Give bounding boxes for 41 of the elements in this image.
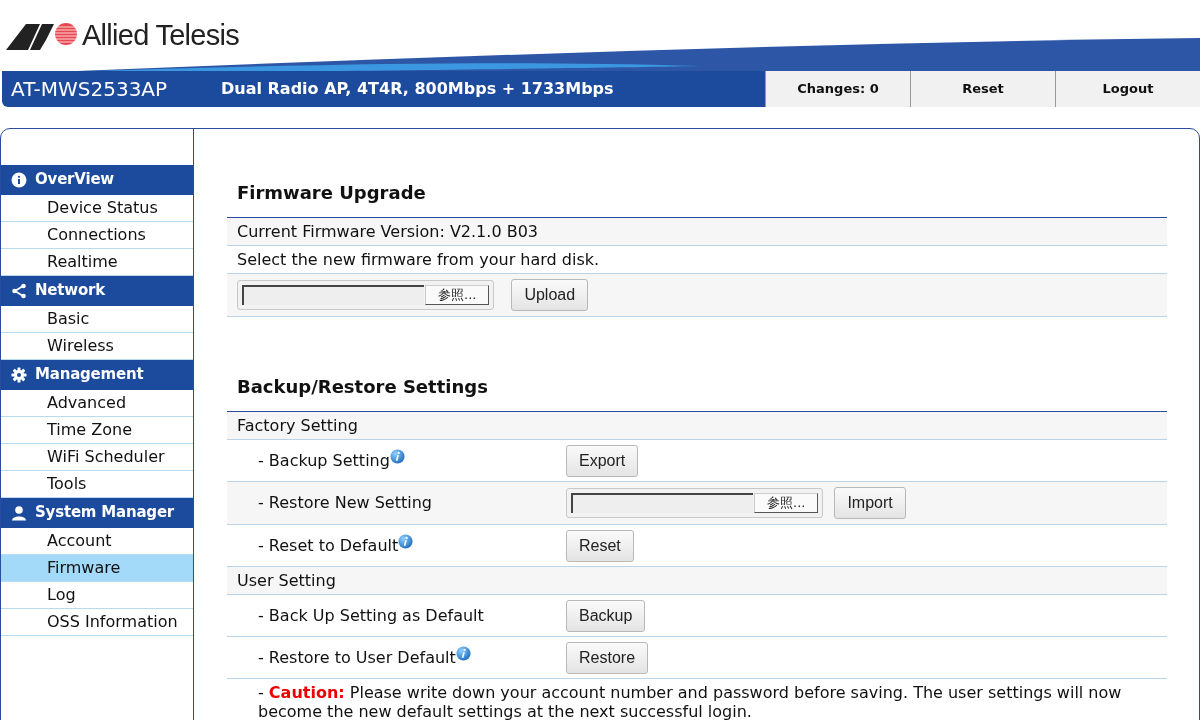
section-title: OverView [35, 169, 115, 191]
action-button[interactable]: Backup [566, 599, 646, 632]
sidebar-section-header[interactable]: Network [1, 276, 193, 306]
file-input[interactable]: 参照... [566, 488, 824, 518]
setting-label: - Restore to User Default [227, 645, 566, 670]
info-icon[interactable] [455, 645, 471, 661]
caution-text: - Caution: Please write down your account number and password before saving. The user settings will now become the new default settings at the next successful login. [257, 682, 1123, 720]
sidebar-item[interactable]: Firmware [1, 555, 193, 582]
share-icon [11, 282, 27, 299]
action-button[interactable]: Restore [566, 641, 649, 674]
header-button[interactable]: Logout [1055, 71, 1200, 107]
action-button[interactable]: Reset [566, 529, 634, 562]
header-button[interactable]: Reset [910, 71, 1055, 107]
section-heading: Firmware Upgrade [236, 181, 427, 205]
action-button[interactable]: Export [566, 444, 639, 477]
logo-text: Allied Telesis [82, 18, 239, 53]
gear-icon [11, 366, 27, 383]
table-row: Current Firmware Version: V2.1.0 B03 [227, 218, 1167, 246]
group-row: User Setting [227, 567, 1167, 595]
info-icon[interactable] [398, 533, 414, 549]
setting-label: - Backup Setting [227, 448, 566, 473]
action-button[interactable]: Import [834, 487, 906, 519]
section-title: Management [35, 364, 144, 386]
setting-label: - Reset to Default [227, 533, 566, 558]
info-icon [11, 171, 27, 188]
setting-label: - Restore New Setting [257, 492, 433, 514]
user-icon [11, 504, 27, 521]
model-name: AT-MWS2533AP [11, 76, 169, 103]
sidebar-section-header[interactable]: System Manager [1, 498, 193, 528]
group-row: Factory Setting [227, 412, 1167, 440]
upload-button[interactable]: Upload [511, 279, 589, 311]
file-input[interactable]: 参照... [237, 280, 495, 310]
info-icon[interactable] [389, 448, 405, 464]
section-title: Network [35, 280, 106, 302]
sidebar-section-header[interactable]: Management [1, 360, 193, 390]
section-heading: Backup/Restore Settings [236, 375, 489, 399]
header-button[interactable]: Changes: 0 [765, 71, 910, 107]
section-title: System Manager [35, 502, 175, 524]
sidebar-section-header[interactable]: OverView [1, 165, 193, 195]
setting-label: - Back Up Setting as Default [257, 604, 485, 627]
model-description: Dual Radio AP, 4T4R, 800Mbps + 1733Mbps [221, 78, 614, 100]
